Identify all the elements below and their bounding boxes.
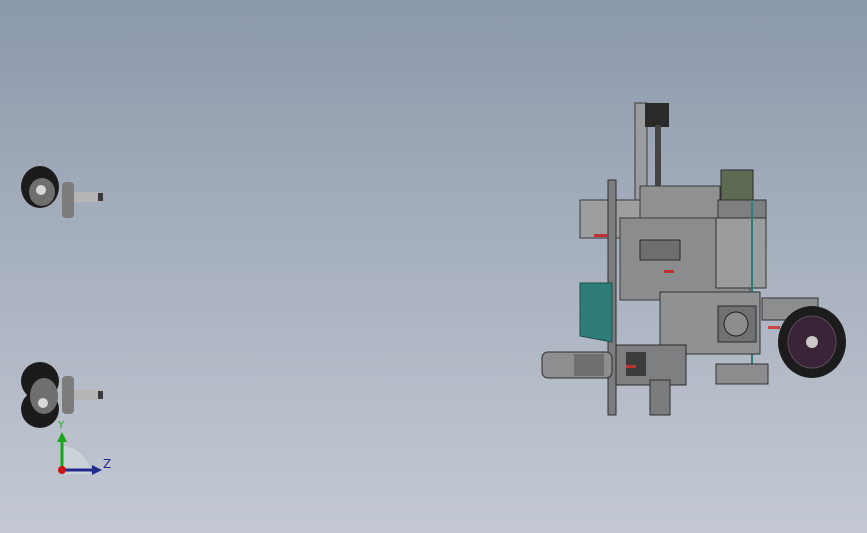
z-axis-label: Z: [103, 457, 111, 471]
caster-wheel-top[interactable]: [21, 166, 103, 218]
robot-assembly[interactable]: [541, 102, 846, 416]
red-detail: [626, 365, 636, 368]
small-motor: [626, 352, 646, 376]
cad-viewport[interactable]: Y Z: [0, 0, 867, 533]
model-canvas[interactable]: Y Z: [0, 0, 867, 533]
coordinate-triad: Y Z: [57, 420, 111, 475]
y-axis-label: Y: [57, 420, 65, 431]
teal-panel: [579, 282, 613, 343]
caster-wheel-axle: [36, 185, 46, 195]
top-beam: [639, 185, 721, 221]
triad-origin: [58, 466, 66, 474]
red-detail: [594, 234, 608, 237]
right-column: [715, 217, 767, 289]
caster-bracket: [62, 376, 74, 414]
caster-stem-tip: [98, 391, 103, 399]
bottom-bracket: [649, 379, 671, 416]
y-axis-head: [57, 432, 67, 442]
left-arm-joint: [574, 354, 604, 376]
red-detail: [664, 270, 674, 273]
mast-cap: [645, 103, 669, 127]
stepper-motor: [720, 169, 754, 205]
linkage: [639, 239, 681, 261]
motor-mount: [717, 199, 767, 221]
caster-wheel-bottom[interactable]: [21, 362, 103, 428]
drive-wheel-axle: [806, 336, 818, 348]
z-axis-head: [92, 465, 102, 475]
caster-stem: [74, 390, 100, 400]
bottom-rail: [715, 363, 769, 385]
caster-wheel-axle: [38, 398, 48, 408]
caster-stem-tip: [98, 193, 103, 201]
gear: [723, 311, 749, 337]
caster-bracket: [62, 182, 74, 218]
red-detail: [768, 326, 780, 329]
caster-wheel-hub: [30, 378, 58, 414]
caster-stem: [74, 192, 100, 202]
